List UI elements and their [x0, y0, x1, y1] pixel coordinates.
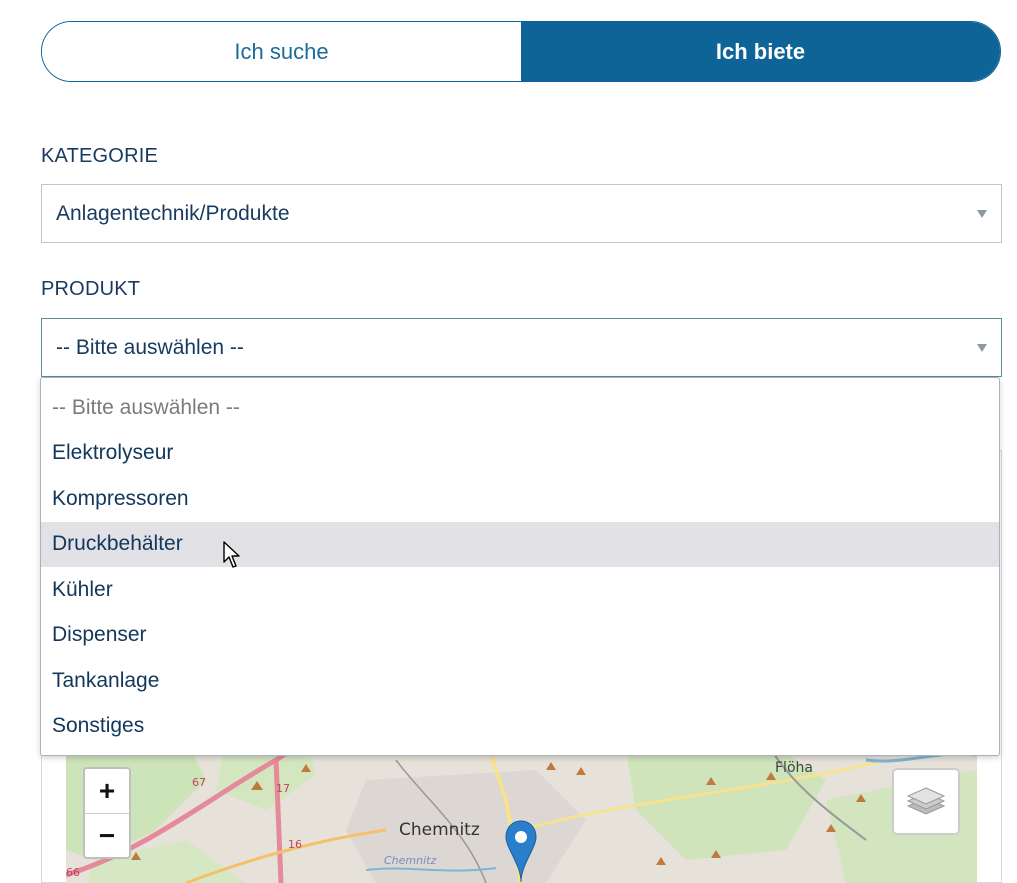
option-sonstiges[interactable]: Sonstiges — [41, 704, 999, 750]
produkt-selected-value: -- Bitte auswählen -- — [56, 335, 244, 359]
produkt-select[interactable]: -- Bitte auswählen -- — [41, 318, 1002, 377]
kategorie-selected-value: Anlagentechnik/Produkte — [56, 201, 290, 225]
road-label: 16 — [288, 838, 302, 851]
layers-icon — [906, 786, 946, 815]
option-placeholder[interactable]: -- Bitte auswählen -- — [41, 385, 999, 431]
river-label: Chemnitz — [384, 854, 437, 867]
produkt-options-list: -- Bitte auswählen -- Elektrolyseur Komp… — [40, 377, 1000, 756]
city-label: Chemnitz — [399, 820, 480, 840]
search-offer-toggle: Ich suche Ich biete — [41, 21, 1001, 82]
produkt-label: PRODUKT — [41, 278, 141, 300]
toggle-ich-biete[interactable]: Ich biete — [521, 22, 1000, 81]
option-druckbehaelter[interactable]: Druckbehälter — [41, 521, 999, 567]
kategorie-label: KATEGORIE — [41, 145, 159, 167]
road-label: 17 — [276, 782, 290, 795]
town-label: Flöha — [775, 760, 813, 776]
chevron-down-icon — [977, 209, 987, 218]
mouse-cursor-icon — [223, 541, 240, 568]
option-elektrolyseur[interactable]: Elektrolyseur — [41, 431, 999, 477]
toggle-ich-suche[interactable]: Ich suche — [42, 22, 521, 81]
option-kompressoren[interactable]: Kompressoren — [41, 476, 999, 522]
zoom-in-button[interactable]: + — [85, 769, 129, 813]
option-dispenser[interactable]: Dispenser — [41, 613, 999, 659]
map-zoom-control: + − — [83, 767, 131, 859]
map-marker-icon[interactable] — [504, 820, 538, 883]
road-label: 66 — [66, 866, 80, 879]
kategorie-select[interactable]: Anlagentechnik/Produkte — [41, 184, 1002, 243]
map[interactable]: 67 17 16 66 Chemnitz Chemnitz Flöha — [66, 740, 977, 883]
option-kuehler[interactable]: Kühler — [41, 567, 999, 613]
map-layers-button[interactable] — [892, 768, 960, 835]
option-tankanlage[interactable]: Tankanlage — [41, 658, 999, 704]
chevron-down-icon — [977, 343, 987, 352]
zoom-out-button[interactable]: − — [85, 813, 129, 858]
road-label: 67 — [192, 776, 206, 789]
